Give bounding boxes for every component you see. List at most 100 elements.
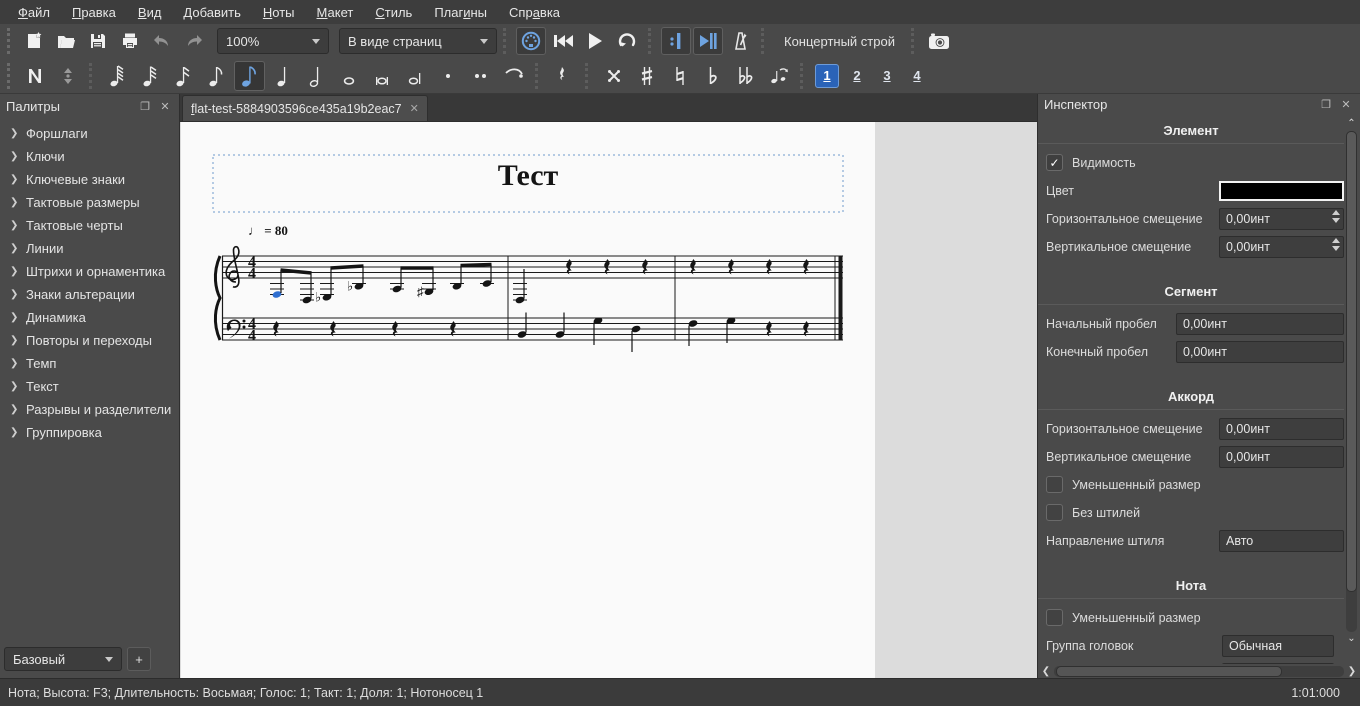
palette-item-grace-notes[interactable]: ❯Форшлаги [0,122,179,145]
menu-edit[interactable]: Правка [62,3,126,22]
double-flat-button[interactable] [730,61,761,91]
midi-input-toggle[interactable] [516,27,546,55]
spin-down-icon[interactable] [1332,246,1340,251]
close-panel-icon[interactable]: ✕ [157,98,173,114]
palette-item-barlines[interactable]: ❯Тактовые черты [0,214,179,237]
natural-button[interactable] [664,61,695,91]
flat-button[interactable] [697,61,728,91]
palette-item-lines[interactable]: ❯Линии [0,237,179,260]
tab-close-icon[interactable]: ✕ [410,102,419,115]
double-sharp-button[interactable] [598,61,629,91]
flip-direction-button[interactable] [763,61,794,91]
new-score-button[interactable] [19,27,49,55]
scrollbar-thumb[interactable] [1346,131,1357,592]
duration-longa-button[interactable] [399,61,430,91]
sharp-button[interactable] [631,61,662,91]
add-workspace-button[interactable]: + [127,647,151,671]
print-button[interactable] [115,27,145,55]
leading-space-spinbox[interactable]: 0,00инт [1176,313,1344,335]
duration-quarter-button[interactable] [267,61,298,91]
stem-direction-select[interactable]: Авто [1219,530,1344,552]
workspace-select[interactable]: Базовый [4,647,122,671]
palette-item-repeats[interactable]: ❯Повторы и переходы [0,329,179,352]
undo-button[interactable] [147,27,177,55]
scroll-down-icon[interactable]: ⌄ [1347,632,1355,646]
float-panel-icon[interactable]: ❐ [137,98,153,114]
menu-notes[interactable]: Ноты [253,3,305,22]
palette-item-beam-properties[interactable]: ❯Группировка [0,421,179,444]
duration-whole-button[interactable] [333,61,364,91]
loop-playback-button[interactable] [612,27,642,55]
element-hoffset-spinbox[interactable]: 0,00инт [1219,208,1344,230]
palette-item-tempo[interactable]: ❯Темп [0,352,179,375]
chord-voffset-spinbox[interactable]: 0,00инт [1219,446,1344,468]
palette-item-key-signatures[interactable]: ❯Ключевые знаки [0,168,179,191]
double-dot-button[interactable] [465,61,496,91]
score-tab[interactable]: flat-test-5884903596ce435a19b2eac7 ✕ [182,95,428,121]
palette-item-time-signatures[interactable]: ❯Тактовые размеры [0,191,179,214]
inspector-vertical-scrollbar[interactable]: ⌃ ⌄ [1345,117,1358,646]
view-mode-select[interactable]: В виде страниц [339,28,497,54]
duration-16th-button[interactable] [168,61,199,91]
palette-item-text[interactable]: ❯Текст [0,375,179,398]
voice-4-button[interactable]: 4 [905,64,929,88]
scroll-up-icon[interactable]: ⌃ [1347,117,1355,131]
palette-item-breaks[interactable]: ❯Разрывы и разделители [0,398,179,421]
menu-view[interactable]: Вид [128,3,172,22]
play-repeats-toggle[interactable] [661,27,691,55]
menu-style[interactable]: Стиль [365,3,422,22]
menu-plugins[interactable]: Плагины [424,3,497,22]
chord-small-checkbox[interactable] [1046,476,1063,493]
spin-up-icon[interactable] [1332,238,1340,243]
augmentation-dot-button[interactable] [432,61,463,91]
concert-pitch-button[interactable]: Концертный строй [774,30,905,53]
inspector-horizontal-scrollbar[interactable]: ❮ ❯ [1038,664,1360,678]
note-small-checkbox[interactable] [1046,609,1063,626]
save-button[interactable] [83,27,113,55]
visibility-checkbox[interactable]: ✓ [1046,154,1063,171]
voice-3-button[interactable]: 3 [875,64,899,88]
duration-32nd-button[interactable] [135,61,166,91]
pan-playback-toggle[interactable] [693,27,723,55]
menu-help[interactable]: Справка [499,3,570,22]
duration-breve-button[interactable] [366,61,397,91]
palette-item-articulations[interactable]: ❯Штрихи и орнаментика [0,260,179,283]
score-canvas[interactable]: Тест ♩ = 80 [180,122,1037,678]
float-panel-icon[interactable]: ❐ [1318,96,1334,112]
chord-hoffset-spinbox[interactable]: 0,00инт [1219,418,1344,440]
rewind-button[interactable] [548,27,578,55]
scroll-left-icon[interactable]: ❮ [1040,666,1052,677]
close-panel-icon[interactable]: ✕ [1338,96,1354,112]
menu-layout[interactable]: Макет [307,3,364,22]
voice-1-button[interactable]: 1 [815,64,839,88]
redo-button[interactable] [179,27,209,55]
head-group-select[interactable]: Обычная [1222,635,1334,657]
trailing-space-spinbox[interactable]: 0,00инт [1176,341,1344,363]
palette-item-accidentals[interactable]: ❯Знаки альтерации [0,283,179,306]
menu-add[interactable]: Добавить [173,3,250,22]
palette-item-dynamics[interactable]: ❯Динамика [0,306,179,329]
duration-half-button[interactable] [300,61,331,91]
duration-64th-button[interactable] [102,61,133,91]
play-button[interactable] [580,27,610,55]
color-swatch[interactable] [1219,181,1344,201]
spin-down-icon[interactable] [1332,218,1340,223]
stemless-checkbox[interactable] [1046,504,1063,521]
duration-8th-button[interactable] [201,61,232,91]
score-page[interactable]: Тест ♩ = 80 [181,122,875,678]
zoom-select[interactable]: 100% [217,28,329,54]
duration-8th-button-selected[interactable] [234,61,265,91]
duration-spinner[interactable] [52,61,83,91]
rest-button[interactable] [548,61,579,91]
metronome-button[interactable] [725,27,755,55]
note-input-mode-button[interactable] [19,61,50,91]
open-file-button[interactable] [51,27,81,55]
scrollbar-thumb[interactable] [1056,666,1282,677]
spin-up-icon[interactable] [1332,210,1340,215]
palette-item-clefs[interactable]: ❯Ключи [0,145,179,168]
toolbar-drag-handle[interactable] [7,63,14,89]
element-voffset-spinbox[interactable]: 0,00инт [1219,236,1344,258]
menu-file[interactable]: Файл [8,3,60,22]
scroll-right-icon[interactable]: ❯ [1346,666,1358,677]
toolbar-drag-handle[interactable] [7,28,14,54]
